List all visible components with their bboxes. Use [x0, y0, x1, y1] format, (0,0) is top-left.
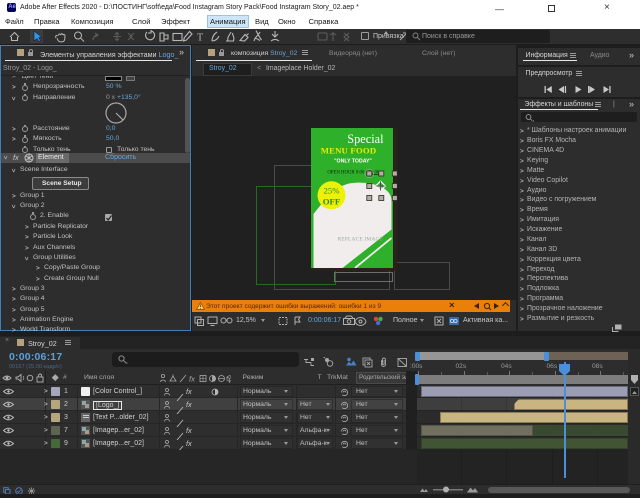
svg-text:T: T	[197, 33, 203, 44]
svg-text:fx: fx	[189, 374, 195, 383]
svg-text:25%: 25%	[323, 185, 340, 195]
svg-text:OFF: OFF	[323, 196, 341, 206]
svg-text:REPLACE IMAGE: REPLACE IMAGE	[338, 236, 384, 242]
svg-text:"ONLY TODAY": "ONLY TODAY"	[334, 158, 372, 164]
svg-text:Special: Special	[347, 132, 384, 146]
svg-text:MENU FOOD: MENU FOOD	[321, 145, 377, 155]
